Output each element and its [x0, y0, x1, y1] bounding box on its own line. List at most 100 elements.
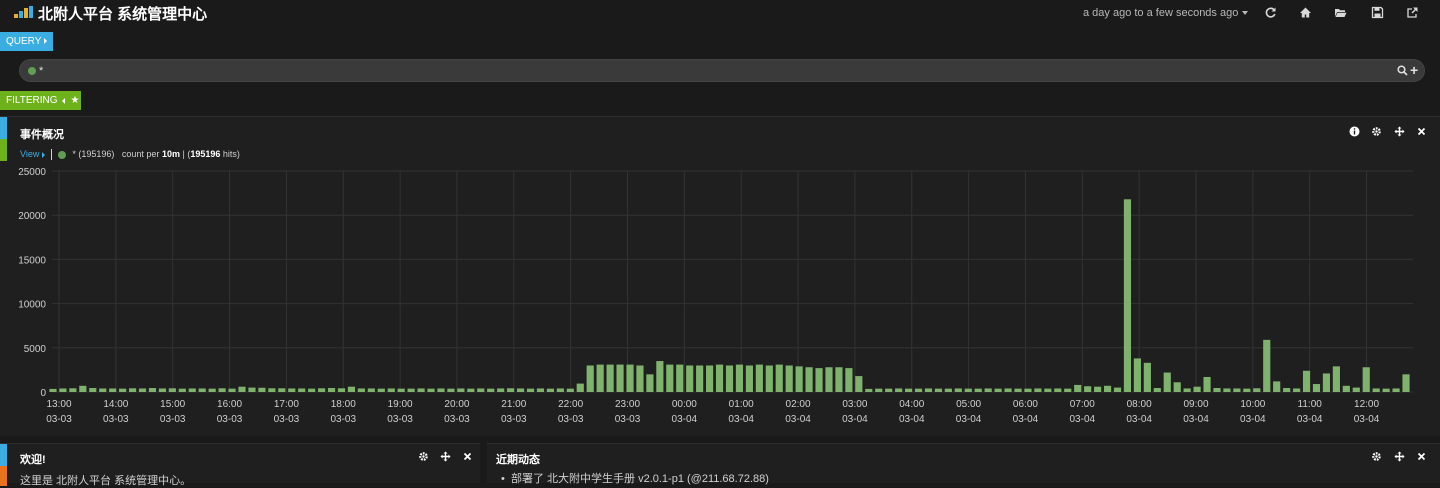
x-tick-label: 06:00: [1013, 399, 1038, 410]
y-tick-label: 25000: [18, 167, 46, 178]
histogram-bar: [924, 388, 933, 392]
recent-panel-title: 近期动态: [496, 454, 540, 466]
histogram-bar: [706, 365, 714, 392]
histogram-bar: [308, 388, 316, 392]
legend-view-toggle[interactable]: View: [20, 149, 46, 159]
histogram-bar: [477, 388, 485, 392]
histogram-bar: [467, 388, 475, 392]
histogram-bar: [268, 388, 276, 392]
move-icon[interactable]: [1394, 451, 1405, 462]
x-tick-label: 02:00: [786, 399, 811, 410]
x-tick-date-label: 03-04: [785, 414, 811, 425]
share-icon[interactable]: [1406, 6, 1419, 19]
histogram-bar: [1084, 386, 1092, 392]
filtering-row-toggle[interactable]: FILTERING ★: [0, 91, 81, 110]
home-icon[interactable]: [1299, 6, 1312, 19]
save-icon[interactable]: [1371, 6, 1384, 19]
histogram-bar: [815, 368, 823, 392]
histogram-bar: [1004, 388, 1012, 392]
app-title: 北附人平台 系统管理中心: [38, 6, 208, 23]
histogram-legend: View * (195196) count per 10m | (195196 h…: [20, 149, 240, 161]
gear-icon[interactable]: [418, 451, 429, 462]
add-query-icon[interactable]: +: [1410, 63, 1418, 77]
histogram-panel-title: 事件概况: [20, 129, 64, 141]
histogram-bar: [487, 388, 495, 392]
x-tick-date-label: 03-03: [274, 414, 300, 425]
histogram-bar: [845, 368, 853, 392]
star-icon[interactable]: ★: [70, 91, 79, 110]
y-tick-label: 5000: [24, 344, 47, 355]
histogram-bar: [238, 386, 246, 392]
histogram-bar: [337, 388, 346, 392]
histogram-bar: [566, 388, 574, 392]
info-icon[interactable]: [1349, 126, 1360, 137]
histogram-chart[interactable]: 25000 20000 15000 10000 5000 013:00 03-03 14:00…: [0, 160, 1440, 430]
row-stripe-blue: [0, 117, 7, 139]
histogram-bar: [905, 388, 913, 392]
histogram-bar: [318, 388, 326, 392]
folder-open-icon[interactable]: [1334, 6, 1347, 19]
x-tick-date-label: 03-04: [1240, 414, 1266, 425]
x-tick-date-label: 03-04: [1354, 414, 1380, 425]
histogram-bar: [855, 376, 863, 392]
close-icon[interactable]: [462, 451, 473, 462]
move-icon[interactable]: [440, 451, 451, 462]
histogram-bar: [1103, 385, 1112, 392]
x-tick-label: 15:00: [160, 399, 185, 410]
histogram-bar: [1392, 388, 1400, 392]
query-bar: +: [19, 59, 1425, 82]
x-tick-label: 00:00: [672, 399, 697, 410]
query-row-toggle[interactable]: QUERY: [0, 32, 53, 51]
search-icon[interactable]: [1397, 65, 1408, 76]
series-color-dot[interactable]: [58, 150, 67, 159]
histogram-bar: [715, 364, 724, 392]
x-tick-label: 20:00: [444, 399, 469, 410]
caret-left-icon: [62, 97, 66, 104]
x-tick-label: 17:00: [274, 399, 299, 410]
histogram-bar: [1372, 388, 1380, 392]
x-tick-date-label: 03-03: [46, 414, 72, 425]
x-tick-date-label: 03-04: [1297, 414, 1323, 425]
histogram-bar: [1034, 388, 1042, 392]
histogram-bar: [397, 388, 405, 392]
histogram-bar: [178, 388, 186, 392]
list-item: • 部署了 北大附中学生手册 v2.0.1-p1 (@211.68.72.88): [501, 473, 769, 485]
histogram-bar: [895, 388, 903, 392]
histogram-bar: [616, 364, 624, 392]
query-color-dot[interactable]: [28, 67, 36, 75]
x-tick-label: 14:00: [103, 399, 128, 410]
histogram-bar: [984, 388, 992, 392]
histogram-bar: [1283, 388, 1291, 392]
histogram-bar: [745, 365, 753, 392]
histogram-bar: [954, 388, 962, 392]
gear-icon[interactable]: [1371, 451, 1382, 462]
move-icon[interactable]: [1394, 126, 1405, 137]
x-tick-date-label: 03-04: [1070, 414, 1096, 425]
row-stripe-green: [0, 139, 7, 161]
histogram-bar: [596, 364, 604, 392]
histogram-bar: [228, 388, 236, 392]
timerange-picker[interactable]: a day ago to a few seconds ago: [1083, 7, 1249, 19]
view-label: View: [20, 149, 40, 159]
histogram-bar: [885, 388, 893, 392]
top-navbar: 北附人平台 系统管理中心 a day ago to a few seconds …: [0, 0, 1440, 26]
histogram-bar: [248, 387, 256, 392]
refresh-icon[interactable]: [1264, 6, 1277, 19]
row-stripe-orange: [0, 466, 7, 486]
x-tick-date-label: 03-03: [615, 414, 641, 425]
histogram-bar: [944, 388, 952, 392]
histogram-bar: [735, 364, 744, 392]
query-input[interactable]: [39, 62, 1379, 79]
close-icon[interactable]: [1416, 126, 1427, 137]
histogram-bar: [626, 364, 634, 392]
histogram-bar: [99, 388, 107, 392]
gear-icon[interactable]: [1371, 126, 1382, 137]
x-tick-label: 07:00: [1070, 399, 1095, 410]
close-icon[interactable]: [1416, 451, 1427, 462]
hits-value: 195196: [190, 149, 221, 159]
histogram-bar: [1193, 386, 1201, 392]
histogram-bar: [1074, 384, 1082, 392]
histogram-bar: [964, 388, 972, 392]
histogram-bar: [666, 364, 674, 392]
histogram-bar: [656, 361, 664, 392]
